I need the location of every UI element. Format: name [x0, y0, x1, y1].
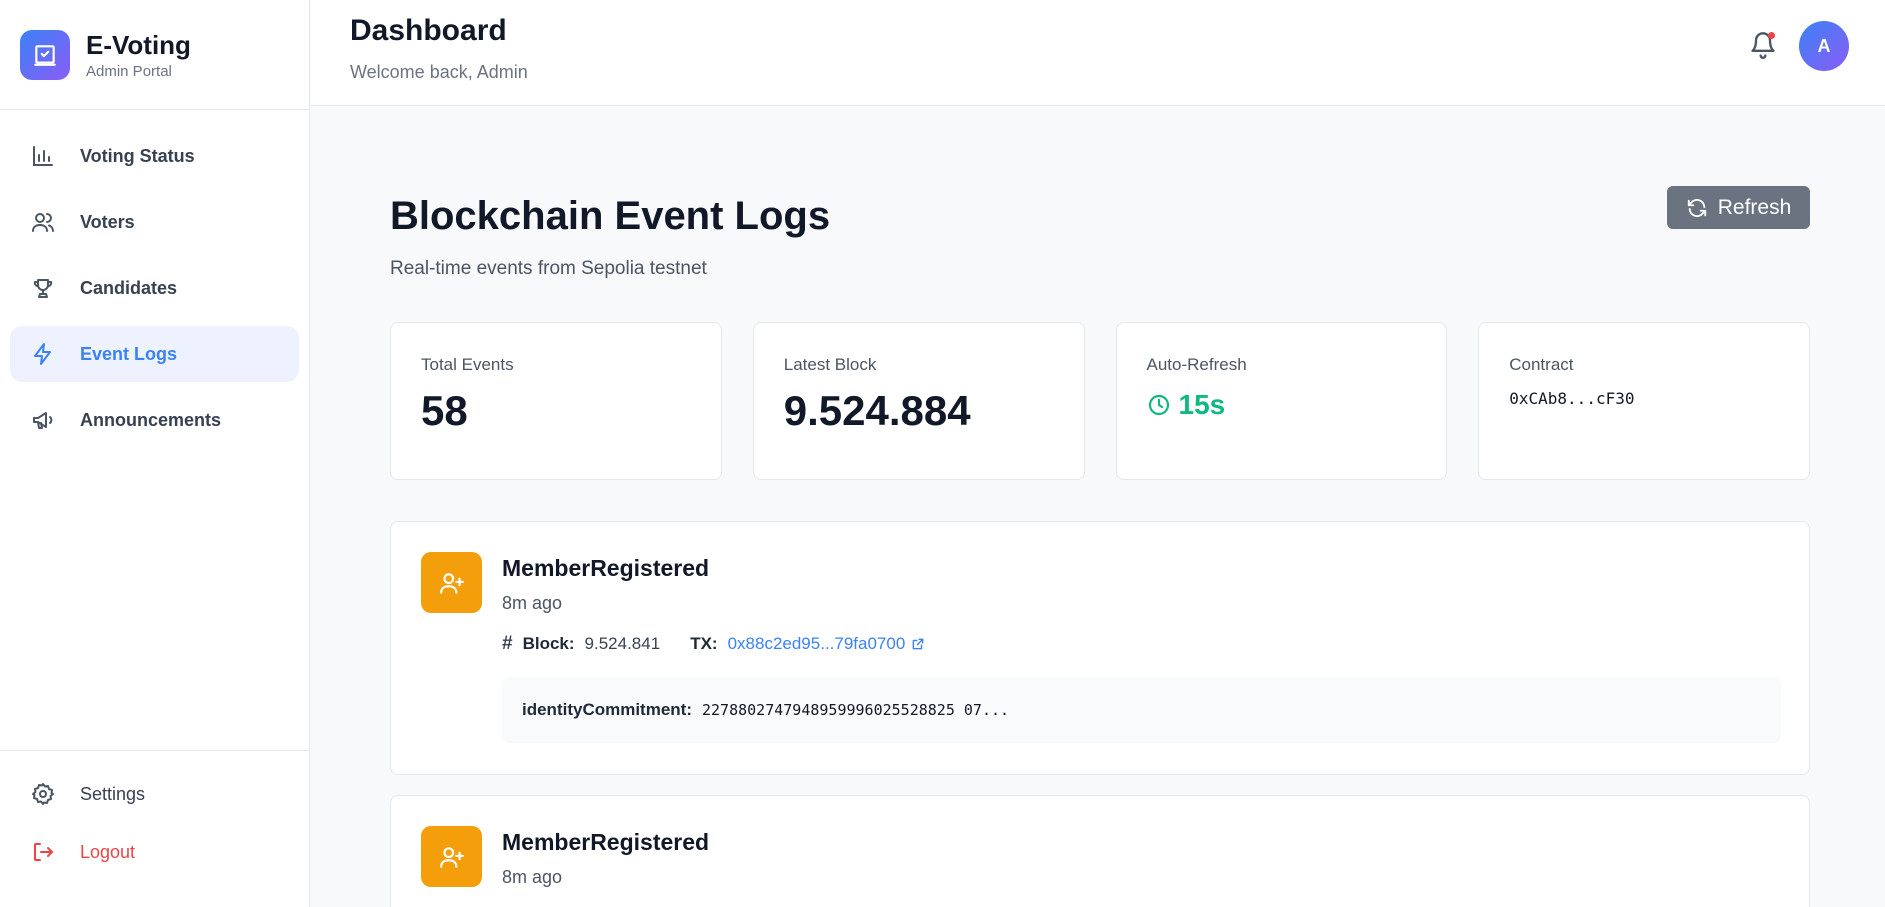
logout-button[interactable]: Logout — [10, 823, 299, 881]
stat-total-events: Total Events 58 — [390, 322, 722, 480]
page-title: Blockchain Event Logs — [390, 194, 831, 238]
user-plus-icon — [421, 826, 482, 887]
event-time: 8m ago — [502, 867, 563, 887]
gear-icon — [30, 781, 56, 807]
top-header: Dashboard Welcome back, Admin A — [311, 0, 1885, 106]
hash-icon: # — [502, 633, 513, 654]
brand-subtitle: Admin Portal — [86, 62, 172, 80]
sidebar-item-label: Announcements — [80, 409, 222, 430]
refresh-button[interactable]: Refresh — [1667, 186, 1810, 229]
sidebar-item-candidates[interactable]: Candidates — [10, 260, 299, 316]
external-link-icon — [912, 638, 924, 650]
stat-auto-refresh: Auto-Refresh 15s — [1115, 322, 1448, 480]
event-card: MemberRegistered 8m ago # Block: 9.524.8… — [390, 521, 1810, 775]
block-number: 9.524.841 — [584, 634, 661, 653]
page-header-title: Dashboard — [350, 14, 507, 47]
sidebar-bottom: Settings Logout — [0, 750, 309, 907]
sidebar: E-Voting Admin Portal Voting Status Vote… — [0, 0, 310, 907]
sidebar-item-announcements[interactable]: Announcements — [10, 392, 299, 448]
logout-icon — [30, 839, 56, 865]
sidebar-item-label: Voters — [80, 211, 135, 232]
event-data-value: 2278802747948959996025528825 07... — [702, 701, 1010, 719]
tx-link[interactable]: 0x88c2ed95...79fa0700 — [728, 634, 926, 654]
clock-icon — [1148, 394, 1169, 416]
stat-label: Latest Block — [783, 355, 877, 374]
settings-label: Settings — [80, 783, 146, 804]
stats-row: Total Events 58 Latest Block 9.524.884 A… — [390, 322, 1810, 480]
refresh-icon — [1687, 198, 1706, 217]
stat-label: Contract — [1509, 355, 1574, 374]
stat-contract: Contract 0xCAb8...cF30 — [1478, 322, 1810, 480]
event-meta: # Block: 9.524.841 TX: 0x88c2ed95...79fa… — [502, 633, 925, 655]
sidebar-item-label: Event Logs — [80, 343, 178, 364]
event-time: 8m ago — [502, 593, 563, 613]
refresh-label: Refresh — [1717, 195, 1792, 219]
stat-label: Auto-Refresh — [1146, 355, 1247, 374]
user-plus-icon — [421, 552, 482, 613]
trophy-icon — [30, 275, 56, 301]
notification-button[interactable] — [1749, 30, 1777, 60]
event-card: MemberRegistered 8m ago — [390, 795, 1810, 907]
sidebar-item-label: Voting Status — [80, 145, 195, 166]
avatar[interactable]: A — [1799, 21, 1849, 71]
stat-label: Total Events — [421, 355, 514, 374]
bar-chart-icon — [30, 143, 56, 169]
stat-value: 9.524.884 — [783, 387, 971, 434]
tx-label: TX: — [690, 634, 718, 653]
settings-button[interactable]: Settings — [10, 765, 299, 823]
event-data: identityCommitment: 22788027479489599960… — [502, 677, 1781, 743]
sidebar-item-event-logs[interactable]: Event Logs — [10, 326, 299, 382]
contract-address: 0xCAb8...cF30 — [1509, 389, 1635, 408]
brand-name: E-Voting — [86, 29, 191, 60]
welcome-text: Welcome back, Admin — [350, 62, 528, 82]
users-icon — [30, 209, 56, 235]
event-data-key: identityCommitment: — [522, 700, 692, 719]
page-subtitle: Real-time events from Sepolia testnet — [390, 258, 707, 279]
sidebar-nav: Voting Status Voters Candidates Event Lo… — [0, 110, 309, 448]
sidebar-item-voters[interactable]: Voters — [10, 194, 299, 250]
brand: E-Voting Admin Portal — [0, 0, 309, 110]
block-label: Block: — [522, 634, 575, 653]
sidebar-item-voting-status[interactable]: Voting Status — [10, 128, 299, 184]
stat-value: 58 — [421, 387, 468, 434]
stat-latest-block: Latest Block 9.524.884 — [752, 322, 1085, 480]
event-name: MemberRegistered — [502, 829, 710, 855]
vote-box-icon — [20, 29, 70, 80]
event-name: MemberRegistered — [502, 555, 710, 581]
notification-dot — [1768, 32, 1775, 39]
lightning-icon — [30, 341, 56, 367]
megaphone-icon — [30, 407, 56, 433]
sidebar-item-label: Candidates — [80, 277, 178, 298]
stat-value: 15s — [1178, 389, 1226, 420]
tx-hash: 0x88c2ed95...79fa0700 — [727, 634, 906, 653]
logout-label: Logout — [80, 841, 136, 862]
